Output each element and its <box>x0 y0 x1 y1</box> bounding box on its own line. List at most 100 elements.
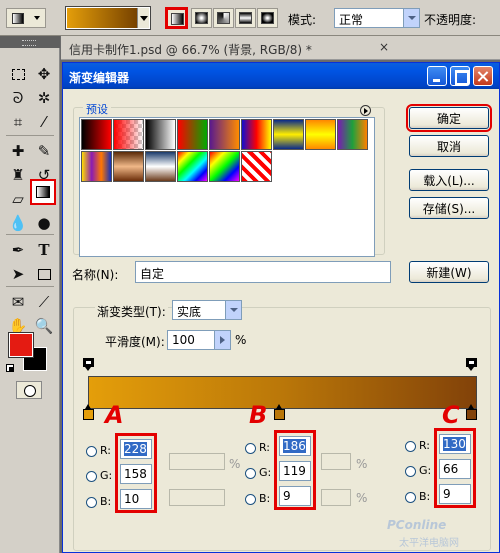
marquee-tool[interactable] <box>6 63 30 85</box>
opacity-stop-right[interactable] <box>466 358 477 372</box>
gradient-type-select[interactable]: 实底 <box>172 300 242 320</box>
preset-swatch-chrome[interactable] <box>145 151 176 182</box>
r-input-c[interactable]: 130 <box>439 434 471 454</box>
opacity-label: 不透明度: <box>424 13 477 27</box>
magic-wand-tool[interactable]: ✲ <box>32 87 56 109</box>
ok-button[interactable]: 确定 <box>406 104 492 132</box>
preset-swatch-transparent-stripes[interactable] <box>241 151 272 182</box>
r-radio-a[interactable] <box>86 446 97 457</box>
dodge-tool[interactable]: ● <box>32 212 56 234</box>
minimize-button[interactable] <box>427 66 447 86</box>
smoothness-label: 平滑度(M): <box>105 335 165 349</box>
document-tab[interactable]: 信用卡制作1.psd @ 66.7% (背景, RGB/8) * × <box>61 36 500 60</box>
watermark-brand: PConline <box>387 518 447 532</box>
shape-tool[interactable] <box>32 263 56 285</box>
preset-swatch-transparent-rainbow[interactable] <box>209 151 240 182</box>
preset-swatch-yellow-violet-orange-blue[interactable] <box>81 151 112 182</box>
preset-swatch-fg-bg[interactable] <box>81 119 112 150</box>
notes-tool[interactable]: ✉ <box>6 291 30 313</box>
pen-tool[interactable]: ✒ <box>6 239 30 261</box>
new-button[interactable]: 新建(W) <box>409 261 489 283</box>
cancel-button[interactable]: 取消 <box>409 135 489 157</box>
g-input-b[interactable]: 119 <box>279 461 311 481</box>
default-colors-icon[interactable] <box>6 364 14 372</box>
g-input-a[interactable]: 158 <box>120 464 152 484</box>
preset-swatch-red-green[interactable] <box>177 119 208 150</box>
preset-swatch-black-white[interactable] <box>145 119 176 150</box>
close-button[interactable] <box>473 66 493 86</box>
quick-mask-button[interactable] <box>16 381 42 399</box>
b-input-b[interactable]: 9 <box>279 486 311 506</box>
eyedropper-tool-2[interactable]: ⟋ <box>32 291 56 313</box>
move-tool[interactable]: ✥ <box>32 63 56 85</box>
marquee-icon <box>11 68 25 80</box>
g-label-c: G: <box>419 464 432 477</box>
b-radio-b[interactable] <box>245 494 256 505</box>
reflected-gradient-button[interactable] <box>235 8 256 28</box>
preset-swatch-fg-transparent[interactable] <box>113 119 144 150</box>
gradient-tool[interactable] <box>30 179 56 205</box>
type-tool[interactable]: T <box>32 239 56 261</box>
color-stop-b[interactable] <box>274 404 285 421</box>
brush-tool[interactable]: ✎ <box>32 140 56 162</box>
tool-preset-picker[interactable] <box>6 8 46 28</box>
color-stop-a[interactable] <box>83 404 94 421</box>
b-input-a[interactable]: 10 <box>120 489 152 509</box>
load-button[interactable]: 载入(L)... <box>409 169 489 191</box>
gradient-preview <box>67 8 137 28</box>
gradient-swatch[interactable] <box>65 6 151 30</box>
preset-swatch-blue-yellow-blue[interactable] <box>273 119 304 150</box>
dialog-titlebar[interactable]: 渐变编辑器 <box>63 63 499 89</box>
foreground-color[interactable] <box>8 332 34 358</box>
save-button[interactable]: 存储(S)... <box>409 197 489 219</box>
eyedropper-tool[interactable]: ⁄ <box>32 111 56 133</box>
radial-gradient-button[interactable] <box>191 8 212 28</box>
preset-swatch-blue-red-yellow[interactable] <box>241 119 272 150</box>
diamond-gradient-button[interactable] <box>257 8 278 28</box>
diamond-gradient-icon <box>261 12 274 24</box>
mode-select[interactable]: 正常 <box>334 8 420 28</box>
r-radio-b[interactable] <box>245 443 256 454</box>
preset-swatch-orange-yellow-orange[interactable] <box>305 119 336 150</box>
smoothness-input[interactable]: 100 <box>167 330 231 350</box>
preset-swatch-violet-orange[interactable] <box>209 119 240 150</box>
blur-tool[interactable]: 💧 <box>6 212 30 234</box>
b-radio-c[interactable] <box>405 492 416 503</box>
crop-tool[interactable]: ⌗ <box>6 111 30 133</box>
angle-gradient-button[interactable] <box>213 8 234 28</box>
clone-stamp-tool[interactable]: ♜ <box>6 164 30 186</box>
b-input-c[interactable]: 9 <box>439 484 471 504</box>
dodge-icon: ● <box>37 214 51 232</box>
color-stop-c[interactable] <box>466 404 477 421</box>
chevron-right-icon[interactable] <box>214 331 230 349</box>
close-icon[interactable]: × <box>379 40 389 54</box>
g-radio-c[interactable] <box>405 466 416 477</box>
r-label-b: R: <box>259 441 271 454</box>
panel-grip[interactable] <box>0 36 60 48</box>
lasso-tool[interactable]: ᘐ <box>6 87 30 109</box>
location-input-disabled-b <box>321 489 351 506</box>
g-radio-b[interactable] <box>245 468 256 479</box>
preset-swatch-copper[interactable] <box>113 151 144 182</box>
presets-menu-icon[interactable] <box>360 105 371 116</box>
zoom-tool[interactable]: 🔍 <box>32 315 56 337</box>
name-input[interactable]: 自定 <box>135 261 391 283</box>
opacity-stop-left[interactable] <box>83 358 94 372</box>
stamp-icon: ♜ <box>11 166 25 184</box>
linear-gradient-button[interactable] <box>165 7 188 29</box>
g-radio-a[interactable] <box>86 471 97 482</box>
r-input-b[interactable]: 186 <box>279 436 311 456</box>
gradient-tool-icon <box>12 13 24 24</box>
preset-swatch-spectrum[interactable] <box>177 151 208 182</box>
g-input-c[interactable]: 66 <box>439 459 471 479</box>
r-input-a[interactable]: 228 <box>120 439 152 459</box>
healing-brush-tool[interactable]: ✚ <box>6 140 30 162</box>
b-radio-a[interactable] <box>86 497 97 508</box>
r-radio-c[interactable] <box>405 441 416 452</box>
path-selection-tool[interactable]: ➤ <box>6 263 30 285</box>
chevron-down-icon[interactable] <box>137 8 149 28</box>
maximize-button[interactable] <box>450 66 470 86</box>
preset-swatch-violet-green-orange[interactable] <box>337 119 368 150</box>
eraser-tool[interactable]: ▱ <box>6 188 30 210</box>
smoothness-value: 100 <box>172 333 195 347</box>
